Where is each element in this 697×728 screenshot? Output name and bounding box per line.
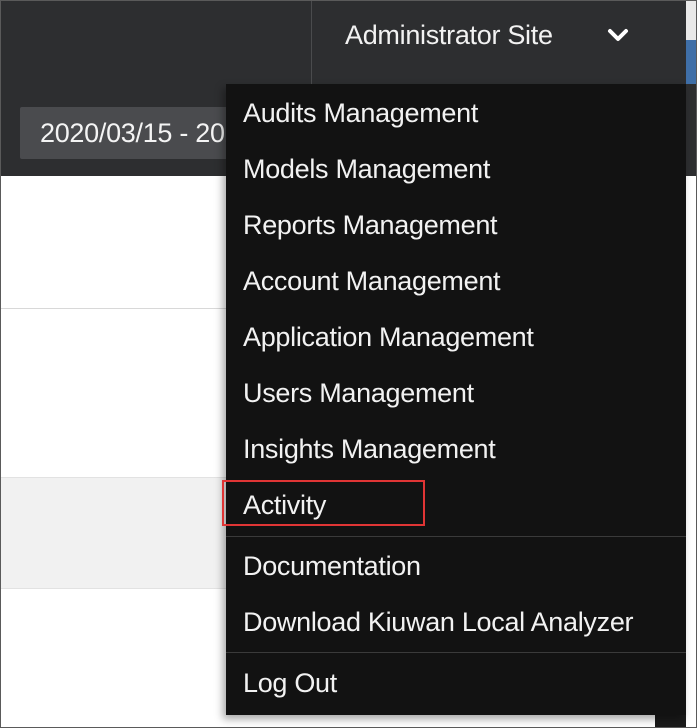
- menu-item-models-management[interactable]: Models Management: [226, 142, 686, 198]
- menu-item-download-kiuwan-local-analyzer[interactable]: Download Kiuwan Local Analyzer: [226, 595, 686, 651]
- menu-item-audits-management[interactable]: Audits Management: [226, 86, 686, 142]
- top-navigation-bar: Administrator Site: [0, 0, 697, 84]
- menu-item-label: Models Management: [243, 154, 491, 184]
- menu-item-label: Users Management: [243, 378, 474, 408]
- administrator-site-label: Administrator Site: [345, 20, 553, 50]
- menu-item-account-management[interactable]: Account Management: [226, 254, 686, 310]
- menu-item-label: Application Management: [243, 322, 534, 352]
- administrator-dropdown-menu: Audits Management Models Management Repo…: [222, 84, 686, 715]
- menu-item-label: Documentation: [243, 551, 421, 581]
- menu-item-log-out[interactable]: Log Out: [226, 656, 686, 712]
- menu-item-users-management[interactable]: Users Management: [226, 366, 686, 422]
- date-range-field[interactable]: 2020/03/15 - 2020/04/14: [20, 107, 250, 159]
- menu-divider: [226, 652, 686, 653]
- menu-item-label: Account Management: [243, 266, 501, 296]
- administrator-site-toggle[interactable]: Administrator Site: [312, 0, 662, 70]
- menu-item-application-management[interactable]: Application Management: [226, 310, 686, 366]
- menu-item-label: Insights Management: [243, 434, 496, 464]
- content-divider: [0, 308, 230, 309]
- accent-strip: [686, 40, 697, 84]
- content-row: [0, 477, 230, 589]
- menu-item-reports-management[interactable]: Reports Management: [226, 198, 686, 254]
- menu-item-label: Activity: [243, 490, 327, 520]
- chevron-down-icon: [608, 29, 628, 41]
- menu-item-label: Log Out: [243, 668, 337, 698]
- menu-item-activity[interactable]: Activity: [222, 478, 686, 534]
- menu-divider: [226, 536, 686, 537]
- menu-item-documentation[interactable]: Documentation: [226, 539, 686, 595]
- menu-item-label: Reports Management: [243, 210, 498, 240]
- date-range-value: 2020/03/15 - 2020/04/14: [40, 118, 250, 148]
- menu-item-label: Download Kiuwan Local Analyzer: [243, 607, 634, 637]
- background-edge: [686, 0, 697, 40]
- menu-item-insights-management[interactable]: Insights Management: [226, 422, 686, 478]
- menu-item-label: Audits Management: [243, 98, 479, 128]
